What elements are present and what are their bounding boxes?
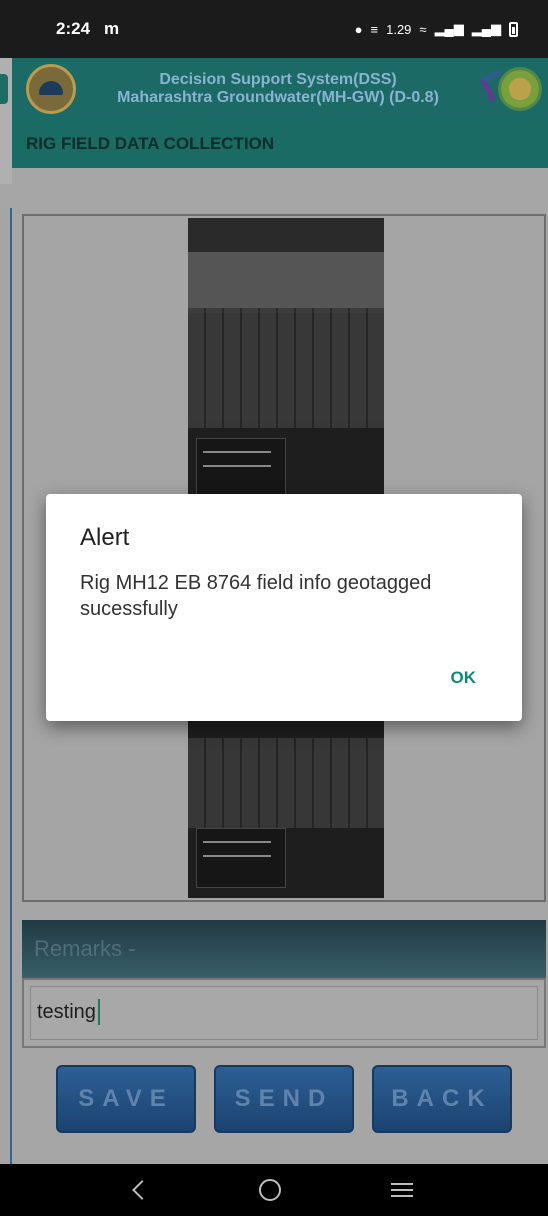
geotag-overlay bbox=[196, 828, 286, 888]
page-title: RIG FIELD DATA COLLECTION bbox=[12, 120, 548, 168]
data-speed-icon: 1.29 bbox=[386, 21, 412, 37]
background-app-strip bbox=[0, 58, 12, 184]
alert-dialog: Alert Rig MH12 EB 8764 field info geotag… bbox=[46, 494, 522, 721]
app-header: Decision Support System(DSS) Maharashtra… bbox=[12, 58, 548, 120]
wifi-icon: ≈ bbox=[419, 21, 427, 37]
ok-button[interactable]: OK bbox=[451, 668, 477, 688]
back-button[interactable]: BACK bbox=[372, 1065, 512, 1133]
app-subtitle: Maharashtra Groundwater(MH-GW) (D-0.8) bbox=[117, 89, 439, 106]
battery-icon bbox=[509, 21, 518, 37]
gsda-logo-icon bbox=[26, 64, 76, 114]
photo-keyboard-region bbox=[188, 738, 384, 828]
app-title: Decision Support System(DSS) bbox=[159, 71, 397, 88]
background-app-tab bbox=[0, 74, 8, 104]
back-nav-icon[interactable] bbox=[132, 1180, 152, 1200]
save-button[interactable]: SAVE bbox=[56, 1065, 196, 1133]
remarks-input[interactable]: testing bbox=[30, 986, 538, 1040]
geotag-overlay bbox=[196, 438, 286, 498]
background-app-edge bbox=[0, 208, 12, 1164]
recents-nav-icon[interactable] bbox=[391, 1183, 413, 1197]
emblem-logo-icon bbox=[498, 67, 542, 111]
photo-keyboard-region bbox=[188, 308, 384, 428]
notification-glyph: m bbox=[104, 19, 120, 38]
remarks-label: Remarks - bbox=[22, 920, 546, 978]
status-icons: ● ≡ 1.29 ≈ ▂▄▆ ▂▄▆ bbox=[355, 21, 518, 37]
dialog-title: Alert bbox=[80, 524, 130, 551]
partner-logo-icon bbox=[479, 63, 546, 115]
text-caret bbox=[97, 999, 100, 1025]
send-button[interactable]: SEND bbox=[214, 1065, 354, 1133]
dialog-message: Rig MH12 EB 8764 field info geotagged su… bbox=[80, 572, 432, 620]
remarks-container: testing bbox=[22, 978, 546, 1048]
location-icon: ● bbox=[354, 21, 363, 37]
signal-icon: ▂▄▆ bbox=[434, 21, 464, 36]
remarks-input-value: testing bbox=[37, 1001, 96, 1023]
header-titles: Decision Support System(DSS) Maharashtra… bbox=[76, 71, 480, 107]
status-bar: 2:24 m ● ≡ 1.29 ≈ ▂▄▆ ▂▄▆ bbox=[0, 0, 548, 58]
navigation-bar bbox=[0, 1164, 548, 1216]
home-nav-icon[interactable] bbox=[259, 1179, 281, 1201]
volte-icon: ≡ bbox=[370, 21, 379, 37]
status-time: 2:24 bbox=[56, 19, 91, 38]
signal-icon: ▂▄▆ bbox=[471, 21, 501, 36]
